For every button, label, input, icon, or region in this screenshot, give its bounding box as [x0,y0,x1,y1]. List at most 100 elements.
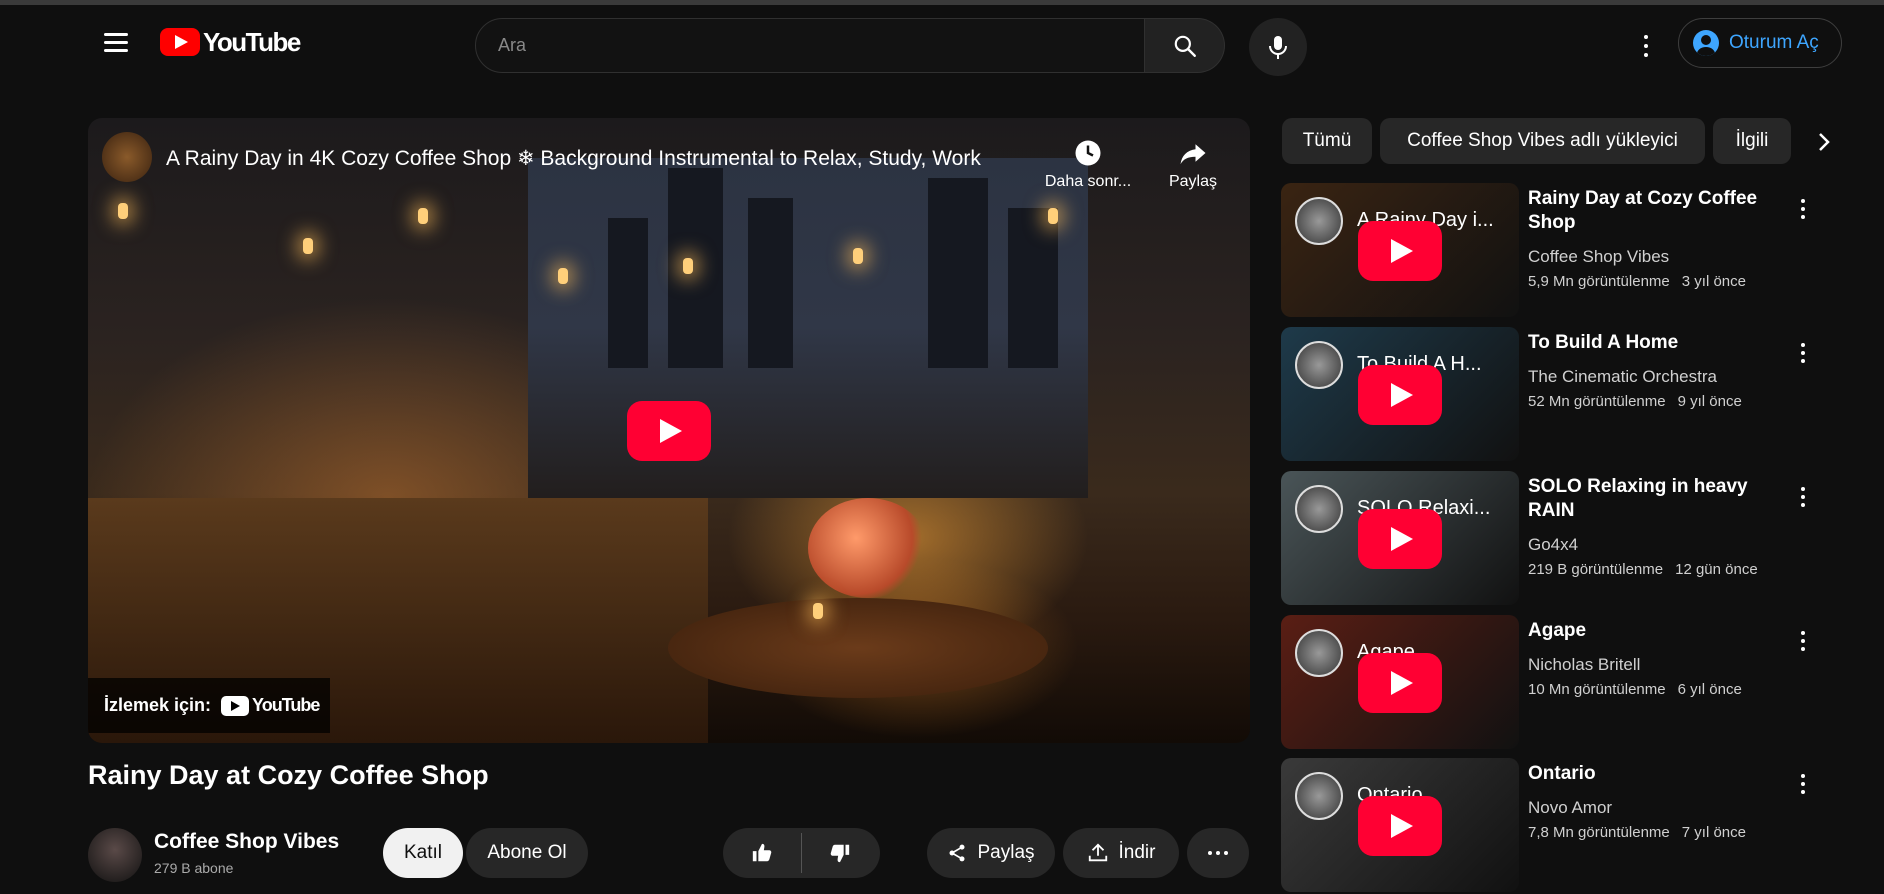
youtube-logo[interactable]: YouTube [160,27,301,57]
more-horiz-icon [1208,851,1228,855]
recommendation-channel[interactable]: The Cinematic Orchestra [1528,367,1717,387]
video-thumbnail[interactable]: SOLO Relaxi... [1281,471,1519,605]
voice-search-button[interactable] [1249,18,1307,76]
more-vert-icon[interactable] [1799,343,1807,363]
avatar[interactable] [88,828,142,882]
recommendation-channel[interactable]: Nicholas Britell [1528,655,1640,675]
channel-avatar[interactable] [102,132,152,182]
download-icon [1088,843,1107,862]
chevron-right-icon[interactable] [1806,124,1842,160]
thumbnail-play-icon [1358,221,1442,281]
recommendation-item[interactable]: Ontario Ontario Novo Amor 7,8 Mn görüntülen… [1281,758,1841,894]
scene-building [748,198,793,368]
youtube-play-icon [160,28,200,56]
recommendation-meta: 219 B görüntülenme 12 gün önce [1528,561,1758,578]
share-button[interactable]: Paylaş [927,828,1055,878]
search-input[interactable] [496,34,1100,57]
more-vert-icon[interactable] [1799,487,1807,507]
recommendation-channel[interactable]: Novo Amor [1528,798,1612,818]
view-count: 219 B görüntülenme [1528,561,1664,578]
search-box [475,18,1145,73]
recommendation-title[interactable]: Ontario [1528,762,1763,786]
thumbs-down-icon [830,844,850,863]
watch-later-button[interactable]: Daha sonr... [1038,138,1138,191]
recommendation-title[interactable]: SOLO Relaxing in heavy RAIN [1528,475,1763,523]
search-button[interactable] [1145,18,1225,73]
chip-uploader[interactable]: Coffee Shop Vibes adlı yükleyici [1380,118,1705,164]
video-thumbnail[interactable]: Ontario [1281,758,1519,892]
more-vert-icon[interactable] [1799,631,1807,651]
menu-icon[interactable] [104,33,128,53]
scene-lamp [853,248,863,264]
watch-on-youtube-button[interactable]: İzlemek için: YouTube [88,678,330,733]
scene-candle [813,603,823,619]
thumbnail-channel-avatar [1295,772,1343,820]
mic-icon [1269,36,1287,59]
thumbnail-channel-avatar [1295,485,1343,533]
watch-later-label: Daha sonr... [1044,173,1132,190]
video-title: Rainy Day at Cozy Coffee Shop [88,760,489,790]
account-icon [1693,30,1719,56]
recommendation-item[interactable]: Agape Agape Nicholas Britell 10 Mn görüntül… [1281,615,1841,751]
more-vert-icon[interactable] [1640,35,1652,57]
thumbnail-play-icon [1358,509,1442,569]
scene-lamp [118,203,128,219]
thumbnail-channel-avatar [1295,197,1343,245]
upload-age: 3 yıl önce [1681,273,1746,290]
recommendation-meta: 52 Mn görüntülenme 9 yıl önce [1528,393,1742,410]
chip-related[interactable]: İlgili [1713,118,1791,164]
youtube-mini-logo-text: YouTube [252,695,320,715]
player-scene-flowers [808,498,928,598]
player-share-label: Paylaş [1168,173,1218,190]
chip-all[interactable]: Tümü [1282,118,1372,164]
download-label: İndir [1118,842,1156,863]
upload-age: 9 yıl önce [1677,393,1742,410]
view-count: 7,8 Mn görüntülenme [1528,824,1670,841]
player-overlay-title[interactable]: A Rainy Day in 4K Cozy Coffee Shop ❄ Bac… [166,146,981,171]
video-player[interactable]: A Rainy Day in 4K Cozy Coffee Shop ❄ Bac… [88,118,1250,743]
subscriber-count: 279 B abone [154,860,234,876]
thumbnail-play-icon [1358,653,1442,713]
video-thumbnail[interactable]: To Build A H... [1281,327,1519,461]
recommendation-item[interactable]: To Build A H... To Build A Home The Cinema… [1281,327,1841,463]
dislike-button[interactable] [801,828,879,878]
thumbnail-play-icon [1358,796,1442,856]
scene-lamp [303,238,313,254]
recommendation-title[interactable]: To Build A Home [1528,331,1763,355]
view-count: 5,9 Mn görüntülenme [1528,273,1670,290]
player-share-button[interactable]: Paylaş [1158,138,1228,191]
sign-in-button[interactable]: Oturum Aç [1678,18,1842,68]
more-vert-icon[interactable] [1799,774,1807,794]
scene-building [668,168,723,368]
channel-name[interactable]: Coffee Shop Vibes [154,830,339,854]
like-button[interactable] [723,828,801,878]
scene-building [928,178,988,368]
recommendation-item[interactable]: A Rainy Day i... Rainy Day at Cozy Coffee… [1281,183,1841,319]
subscribe-button[interactable]: Abone Ol [466,828,588,878]
recommendation-title[interactable]: Agape [1528,619,1763,643]
recommendation-channel[interactable]: Coffee Shop Vibes [1528,247,1669,267]
video-thumbnail[interactable]: Agape [1281,615,1519,749]
more-actions-button[interactable] [1187,828,1249,878]
download-button[interactable]: İndir [1063,828,1179,878]
upload-age: 7 yıl önce [1681,824,1746,841]
recommendation-title[interactable]: Rainy Day at Cozy Coffee Shop [1528,187,1763,235]
play-button[interactable] [627,401,711,461]
recommendation-meta: 5,9 Mn görüntülenme 3 yıl önce [1528,273,1746,290]
thumbnail-channel-avatar [1295,341,1343,389]
scene-building [1008,208,1058,368]
more-vert-icon[interactable] [1799,199,1807,219]
recommendation-channel[interactable]: Go4x4 [1528,535,1578,555]
watch-on-label: İzlemek için: [104,695,212,715]
recommendation-item[interactable]: SOLO Relaxi... SOLO Relaxing in heavy RAI… [1281,471,1841,607]
thumbnail-channel-avatar [1295,629,1343,677]
join-button[interactable]: Katıl [383,828,463,878]
view-count: 52 Mn görüntülenme [1528,393,1666,410]
youtube-play-icon [221,695,250,716]
clock-icon [1075,140,1101,166]
share-icon [1180,144,1206,165]
like-separator [801,833,802,873]
sign-in-label: Oturum Aç [1729,32,1819,53]
video-thumbnail[interactable]: A Rainy Day i... [1281,183,1519,317]
scene-building [608,218,648,368]
